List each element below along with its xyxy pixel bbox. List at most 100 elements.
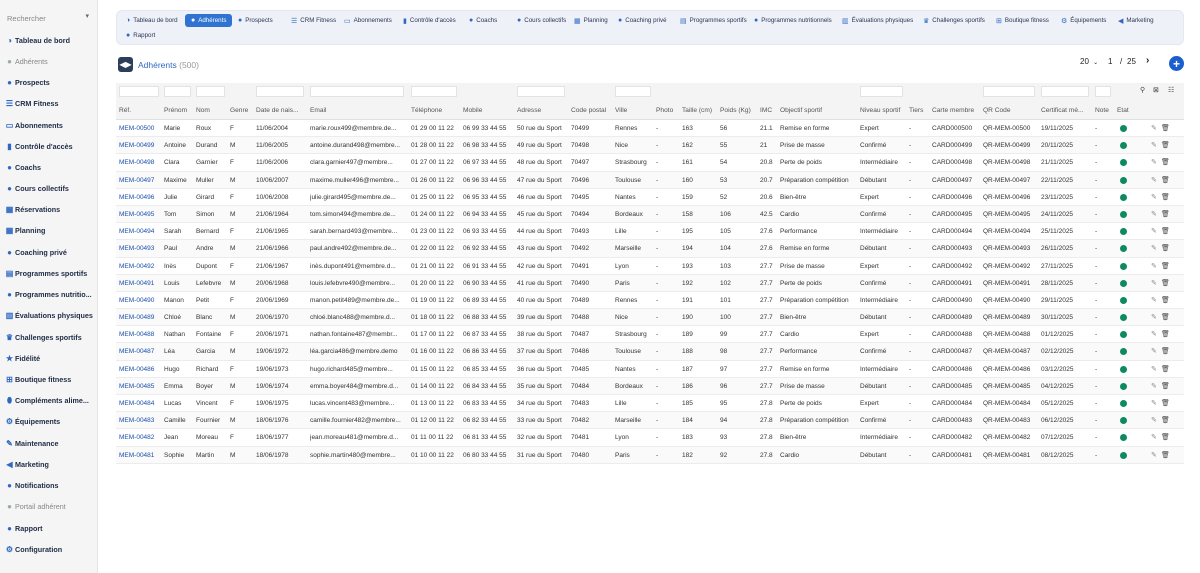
edit-icon[interactable]: ✎ [1151,296,1157,304]
tab-7[interactable]: ● Coachs [463,14,503,27]
sidebar-item-2[interactable]: ● Adhérents [5,55,95,68]
sidebar-item-25[interactable]: ⚙ Configuration [5,543,95,556]
table-row[interactable]: MEM-00500 Marie Roux F 11/06/2004 marie.roux4… [116,120,1184,138]
edit-icon[interactable]: ✎ [1151,433,1157,441]
table-row[interactable]: MEM-00488 Nathan Fontaine F 20/06/1971 nathan… [116,326,1184,344]
sidebar-item-11[interactable]: ● Coaching privé [5,246,95,259]
delete-icon[interactable]: 🗑 [1161,141,1170,149]
table-row[interactable]: MEM-00481 Sophie Martin M 18/06/1978 sophie.m… [116,446,1184,464]
delete-icon[interactable]: 🗑 [1161,193,1170,201]
chevron-down-icon[interactable]: ▾ [85,12,89,20]
next-page-icon[interactable]: › [1146,55,1149,66]
member-ref-link[interactable]: MEM-00489 [119,314,163,321]
sidebar-item-18[interactable]: ⬮ Compléments alime... [5,394,95,407]
sidebar-item-21[interactable]: ◀ Marketing [5,458,95,471]
tab-13[interactable]: ▥ Évaluations physiques [836,14,919,27]
tab-12[interactable]: ● Programmes nutritionnels [748,14,838,27]
column-header[interactable]: Taille (cm) [682,107,718,114]
member-ref-link[interactable]: MEM-00482 [119,434,163,441]
delete-icon[interactable]: 🗑 [1161,176,1170,184]
sidebar-item-13[interactable]: ● Programmes nutritio... [5,288,95,301]
delete-icon[interactable]: 🗑 [1161,158,1170,166]
edit-icon[interactable]: ✎ [1151,176,1157,184]
edit-icon[interactable]: ✎ [1151,365,1157,373]
tab-5[interactable]: ▭ Abonnements [338,14,398,27]
table-row[interactable]: MEM-00494 Sarah Bernard F 21/06/1965 sarah.be… [116,223,1184,241]
edit-icon[interactable]: ✎ [1151,416,1157,424]
sidebar-item-5[interactable]: ▭ Abonnements [5,119,95,132]
column-header[interactable]: Poids (Kg) [720,107,758,114]
table-row[interactable]: MEM-00498 Clara Garnier F 11/06/2006 clara.ga… [116,154,1184,172]
column-header[interactable]: Prénom [164,107,195,114]
column-filter-input[interactable] [615,86,651,97]
sidebar-item-1[interactable]: ◑ Tableau de bord [5,34,95,47]
table-row[interactable]: MEM-00493 Paul Andre M 21/06/1966 paul.andre4… [116,240,1184,258]
edit-icon[interactable]: ✎ [1151,227,1157,235]
table-row[interactable]: MEM-00497 Maxime Muller M 10/06/2007 maxime.m… [116,171,1184,189]
member-ref-link[interactable]: MEM-00500 [119,125,163,132]
column-header[interactable]: Photo [656,107,680,114]
member-ref-link[interactable]: MEM-00488 [119,331,163,338]
member-ref-link[interactable]: MEM-00490 [119,297,163,304]
tab-1[interactable]: ◑ Tableau de bord [120,14,184,27]
column-header[interactable]: Objectif sportif [780,107,858,114]
sidebar-item-23[interactable]: ● Portail adhérent [5,500,95,513]
column-header[interactable]: Réf. [119,107,163,114]
delete-icon[interactable]: 🗑 [1161,244,1170,252]
delete-icon[interactable]: 🗑 [1161,451,1170,459]
delete-icon[interactable]: 🗑 [1161,227,1170,235]
sidebar-search-input[interactable]: Rechercher ▾ [5,10,92,26]
tab-10[interactable]: ● Coaching privé [612,14,673,27]
column-filter-input[interactable] [1041,86,1089,97]
table-row[interactable]: MEM-00490 Manon Petit F 20/06/1969 manon.peti… [116,292,1184,310]
edit-icon[interactable]: ✎ [1151,158,1157,166]
column-header[interactable]: Mobile [463,107,515,114]
column-header[interactable]: QR Code [983,107,1039,114]
tab-2[interactable]: ● Adhérents [185,14,233,27]
clear-filter-icon[interactable]: ⊠ [1153,86,1159,94]
column-filter-input[interactable] [411,86,457,97]
column-filter-input[interactable] [860,86,903,97]
table-row[interactable]: MEM-00482 Jean Moreau F 18/06/1977 jean.morea… [116,429,1184,447]
column-header[interactable]: Certificat mé... [1041,107,1093,114]
sidebar-item-4[interactable]: ☰ CRM Fitness [5,97,95,110]
table-row[interactable]: MEM-00492 Inès Dupont F 21/06/1967 inès.dupon… [116,258,1184,275]
member-ref-link[interactable]: MEM-00492 [119,263,163,270]
sidebar-item-20[interactable]: ✎ Maintenance [5,437,95,450]
table-row[interactable]: MEM-00496 Julie Girard F 10/06/2008 julie.gir… [116,189,1184,206]
sidebar-item-22[interactable]: ● Notifications [5,479,95,492]
member-ref-link[interactable]: MEM-00481 [119,452,163,459]
edit-icon[interactable]: ✎ [1151,347,1157,355]
table-row[interactable]: MEM-00484 Lucas Vincent F 19/06/1975 lucas.vi… [116,395,1184,413]
edit-icon[interactable]: ✎ [1151,141,1157,149]
sidebar-item-7[interactable]: ● Coachs [5,161,95,174]
column-header[interactable]: Code postal [571,107,613,114]
member-ref-link[interactable]: MEM-00497 [119,177,163,184]
edit-icon[interactable]: ✎ [1151,330,1157,338]
edit-icon[interactable]: ✎ [1151,313,1157,321]
column-header[interactable]: Adresse [517,107,569,114]
sidebar-item-8[interactable]: ● Cours collectifs [5,182,95,195]
search-icon[interactable]: ⚲ [1140,86,1145,94]
member-ref-link[interactable]: MEM-00498 [119,159,163,166]
tab-9[interactable]: ▦ Planning [568,14,614,27]
delete-icon[interactable]: 🗑 [1161,399,1170,407]
tab-16[interactable]: ⚙ Équipements [1055,14,1112,27]
sidebar-item-16[interactable]: ★ Fidélité [5,352,95,365]
table-row[interactable]: MEM-00486 Hugo Richard F 19/06/1973 hugo.rich… [116,361,1184,378]
column-header[interactable]: Note [1095,107,1115,114]
sidebar-item-15[interactable]: ♛ Challenges sportifs [5,331,95,344]
column-filter-input[interactable] [983,86,1035,97]
member-ref-link[interactable]: MEM-00494 [119,228,163,235]
delete-icon[interactable]: 🗑 [1161,433,1170,441]
sidebar-item-17[interactable]: ⊞ Boutique fitness [5,373,95,386]
tab-17[interactable]: ◀ Marketing [1112,14,1160,27]
column-header[interactable]: Tiers [909,107,930,114]
column-header[interactable]: IMC [760,107,778,114]
column-filter-input[interactable] [164,86,191,97]
column-header[interactable]: Email [310,107,408,114]
tab-18[interactable]: ● Rapport [120,29,161,42]
member-ref-link[interactable]: MEM-00486 [119,366,163,373]
current-page-input[interactable]: 1 [1108,57,1112,66]
edit-icon[interactable]: ✎ [1151,382,1157,390]
